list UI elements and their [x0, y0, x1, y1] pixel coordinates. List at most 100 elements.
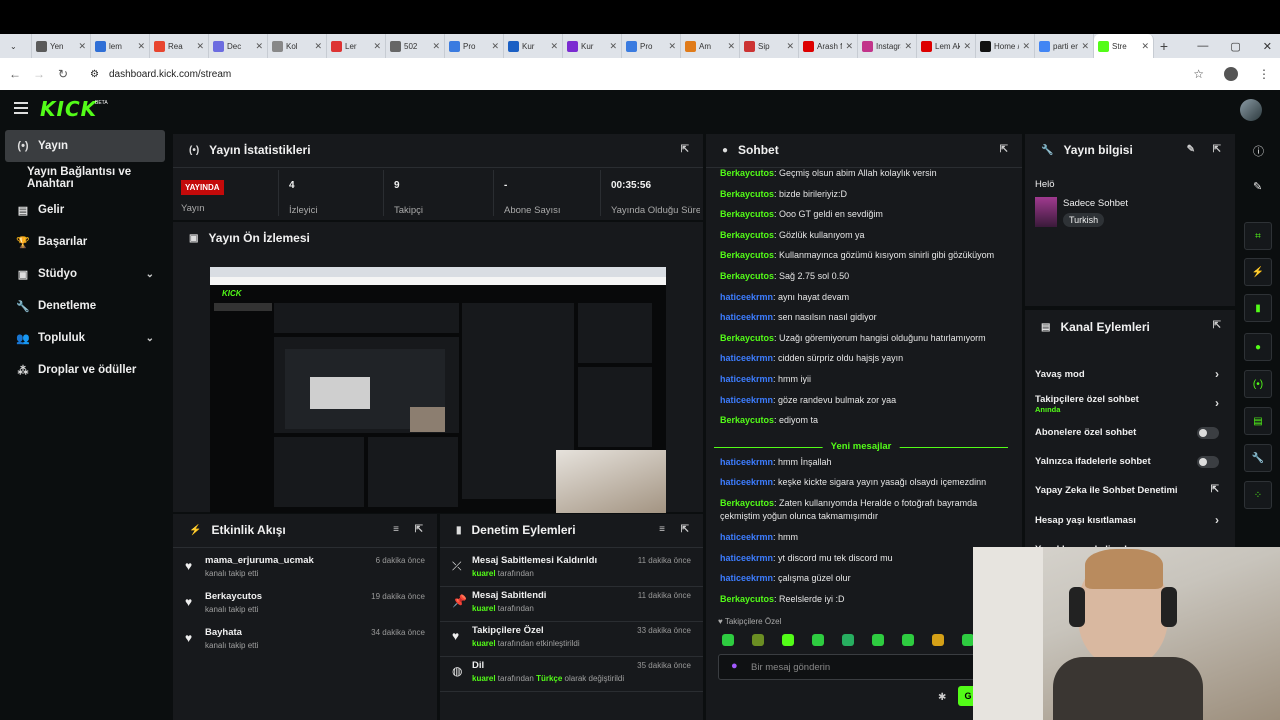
close-tab-icon[interactable]: ✕	[432, 41, 440, 52]
chat-username[interactable]: haticeekrmn	[720, 477, 773, 487]
moderator-name[interactable]: kuarel	[472, 639, 496, 648]
chat-username[interactable]: Berkaycutos	[720, 333, 774, 343]
browser-tab[interactable]: Rea ✕	[150, 34, 209, 58]
browser-tab[interactable]: lem ✕	[91, 34, 150, 58]
close-tab-icon[interactable]: ✕	[1022, 41, 1030, 52]
browser-menu-icon[interactable]: ⋮	[1258, 67, 1270, 81]
bookmark-star-icon[interactable]: ☆	[1193, 67, 1204, 81]
close-tab-icon[interactable]: ✕	[314, 41, 322, 52]
chat-username[interactable]: haticeekrmn	[720, 292, 773, 302]
browser-tab[interactable]: Pro ✕	[445, 34, 504, 58]
chat-username[interactable]: haticeekrmn	[720, 457, 773, 467]
info-icon[interactable]: ⓘ	[1253, 143, 1264, 159]
sidebar-item[interactable]: 👥 Topluluk ⌄	[0, 322, 170, 354]
chat-message[interactable]: haticeekrmn: cidden sürpriz oldu hajsjs …	[720, 353, 903, 363]
channel-action-row[interactable]: Yavaş mod ›	[1035, 367, 1223, 387]
chat-message[interactable]: çekmiştim yoğun olunca takmamışımdır	[720, 511, 878, 521]
browser-tab[interactable]: Kur ✕	[504, 34, 563, 58]
chat-message[interactable]: haticeekrmn: aynı hayat devam	[720, 292, 849, 302]
chat-message[interactable]: Berkaycutos: Reelslerde iyi :D	[720, 594, 845, 604]
moderation-item[interactable]: ◍ Dil kuarel tarafından Türkçe olarak deği…	[440, 656, 703, 692]
chat-message[interactable]: haticeekrmn: hmm İnşallah	[720, 457, 832, 467]
external-link-icon[interactable]: ⇱	[1211, 484, 1219, 495]
filter-icon[interactable]: ≡	[659, 524, 665, 535]
chat-message[interactable]: haticeekrmn: hmm iyii	[720, 374, 811, 384]
notes-icon[interactable]: ▮	[1244, 294, 1272, 322]
chat-username[interactable]: haticeekrmn	[720, 353, 773, 363]
broadcast-icon[interactable]: (•)	[1244, 370, 1272, 398]
browser-tab[interactable]: Arash fo✕	[799, 34, 858, 58]
chevron-right-icon[interactable]: ›	[1215, 367, 1219, 381]
stream-preview-video[interactable]: KICK	[210, 267, 666, 513]
activity-item[interactable]: ♥ Bayhata kanalı takip etti 34 dakika önce	[173, 623, 437, 659]
emote-icon[interactable]	[842, 634, 854, 646]
close-tab-icon[interactable]: ✕	[1081, 41, 1089, 52]
emote-icon[interactable]	[752, 634, 764, 646]
browser-tab[interactable]: Instagra✕	[858, 34, 917, 58]
chevron-right-icon[interactable]: ›	[1215, 396, 1219, 410]
lightning-icon[interactable]: ⚡	[1244, 258, 1272, 286]
reload-icon[interactable]: ↻	[54, 67, 72, 81]
close-tab-icon[interactable]: ✕	[137, 41, 145, 52]
chat-message[interactable]: haticeekrmn: keşke kickte sigara yayın y…	[720, 477, 986, 487]
activity-item[interactable]: ♥ Berkaycutos kanalı takip etti 19 dakika ö…	[173, 587, 437, 623]
url-field[interactable]: dashboard.kick.com/stream	[109, 69, 231, 80]
browser-tab[interactable]: 502 ✕	[386, 34, 445, 58]
pencil-icon[interactable]: ✎	[1253, 180, 1262, 193]
chat-username[interactable]: haticeekrmn	[720, 553, 773, 563]
menu-icon[interactable]	[14, 102, 28, 114]
chat-message[interactable]: haticeekrmn: çalışma güzel olur	[720, 573, 851, 583]
popout-icon[interactable]: ⇱	[1213, 320, 1221, 331]
edit-icon[interactable]: ✎	[1187, 144, 1195, 155]
close-tab-icon[interactable]: ✕	[845, 41, 853, 52]
close-tab-icon[interactable]: ✕	[550, 41, 558, 52]
close-tab-icon[interactable]: ✕	[668, 41, 676, 52]
chat-username[interactable]: Berkaycutos	[720, 594, 774, 604]
forward-icon[interactable]: →	[30, 67, 48, 81]
mic-icon[interactable]: ●	[731, 660, 738, 672]
popout-icon[interactable]: ⇱	[415, 524, 423, 535]
new-tab-button[interactable]: +	[1154, 38, 1174, 54]
wrench-icon[interactable]: 🔧	[1244, 444, 1272, 472]
chat-message[interactable]: Berkaycutos: Uzağı göremiyorum hangisi o…	[720, 333, 986, 343]
chat-bubble-icon[interactable]: ●	[1244, 333, 1272, 361]
clip-icon[interactable]: ⌗	[1244, 222, 1272, 250]
tab-search-button[interactable]: ⌄	[6, 34, 32, 58]
sidebar-item[interactable]: 🏆 Başarılar	[0, 226, 170, 258]
sidebar-item[interactable]: 🔧 Denetleme	[0, 290, 170, 322]
chat-username[interactable]: haticeekrmn	[720, 374, 773, 384]
browser-tab[interactable]: Dec ✕	[209, 34, 268, 58]
close-tab-icon[interactable]: ✕	[1141, 41, 1149, 52]
browser-tab[interactable]: Sip ✕	[740, 34, 799, 58]
chat-username[interactable]: Berkaycutos	[720, 415, 774, 425]
close-tab-icon[interactable]: ✕	[255, 41, 263, 52]
sidebar-item[interactable]: ⁂ Droplar ve ödüller	[0, 354, 170, 386]
chat-username[interactable]: haticeekrmn	[720, 573, 773, 583]
maximize-icon[interactable]: ▢	[1230, 40, 1240, 53]
chat-message[interactable]: haticeekrmn: göze randevu bulmak zor yaa	[720, 395, 896, 405]
chat-message[interactable]: Berkaycutos: Zaten kullanıyomda Heralde …	[720, 498, 977, 508]
moderator-name[interactable]: kuarel	[472, 604, 496, 613]
chat-message[interactable]: Berkaycutos: Sağ 2.75 sol 0.50	[720, 271, 849, 281]
chat-input[interactable]: ● Bir mesaj gönderin	[718, 654, 980, 680]
chat-message[interactable]: Berkaycutos: ediyom ta	[720, 415, 818, 425]
emote-icon[interactable]	[782, 634, 794, 646]
channel-action-row[interactable]: Hesap yaşı kısıtlaması ›	[1035, 513, 1223, 533]
sidebar-item[interactable]: Yayın Bağlantısı ve Anahtarı	[0, 162, 170, 194]
toggle-switch[interactable]	[1197, 427, 1219, 439]
browser-tab[interactable]: Home / ✕	[976, 34, 1035, 58]
chevron-down-icon[interactable]: ⌄	[146, 269, 154, 280]
close-window-icon[interactable]: ✕	[1263, 40, 1272, 53]
moderation-item[interactable]: 📌 Mesaj Sabitlendi kuarel tarafından 11 dak…	[440, 586, 703, 622]
chat-settings-icon[interactable]: ✱	[938, 692, 946, 703]
sidebar-item[interactable]: ▤ Gelir	[0, 194, 170, 226]
emote-icon[interactable]	[932, 634, 944, 646]
layout-icon[interactable]: ▤	[1244, 407, 1272, 435]
chat-message[interactable]: haticeekrmn: hmm	[720, 532, 798, 542]
chevron-right-icon[interactable]: ›	[1215, 513, 1219, 527]
filter-icon[interactable]: ≡	[393, 524, 399, 535]
browser-tab[interactable]: Yen ✕	[32, 34, 91, 58]
close-tab-icon[interactable]: ✕	[373, 41, 381, 52]
close-tab-icon[interactable]: ✕	[491, 41, 499, 52]
chat-username[interactable]: Berkaycutos	[720, 250, 774, 260]
